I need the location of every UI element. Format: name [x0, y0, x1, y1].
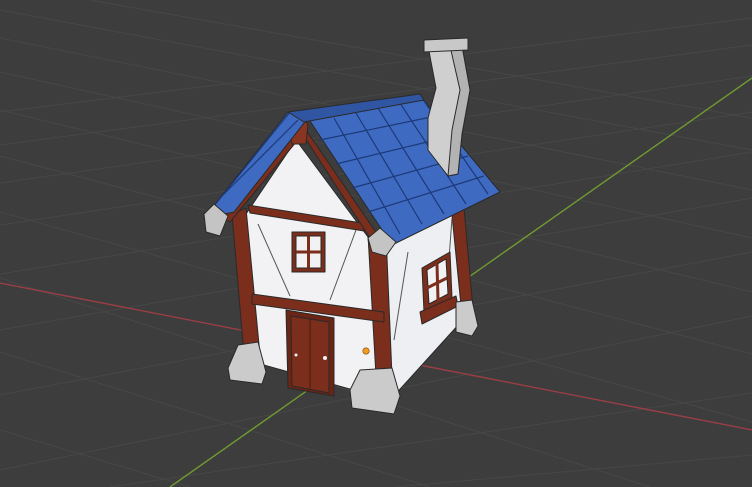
stone-base-back-right	[455, 299, 479, 337]
cottage-model[interactable]	[203, 37, 501, 415]
chimney-cap	[423, 37, 469, 53]
stone-base-front-right	[349, 367, 401, 415]
door-knob	[323, 356, 327, 360]
origin-dot-icon[interactable]	[362, 347, 370, 355]
door-hinge	[294, 353, 298, 357]
3d-viewport[interactable]	[0, 0, 752, 487]
